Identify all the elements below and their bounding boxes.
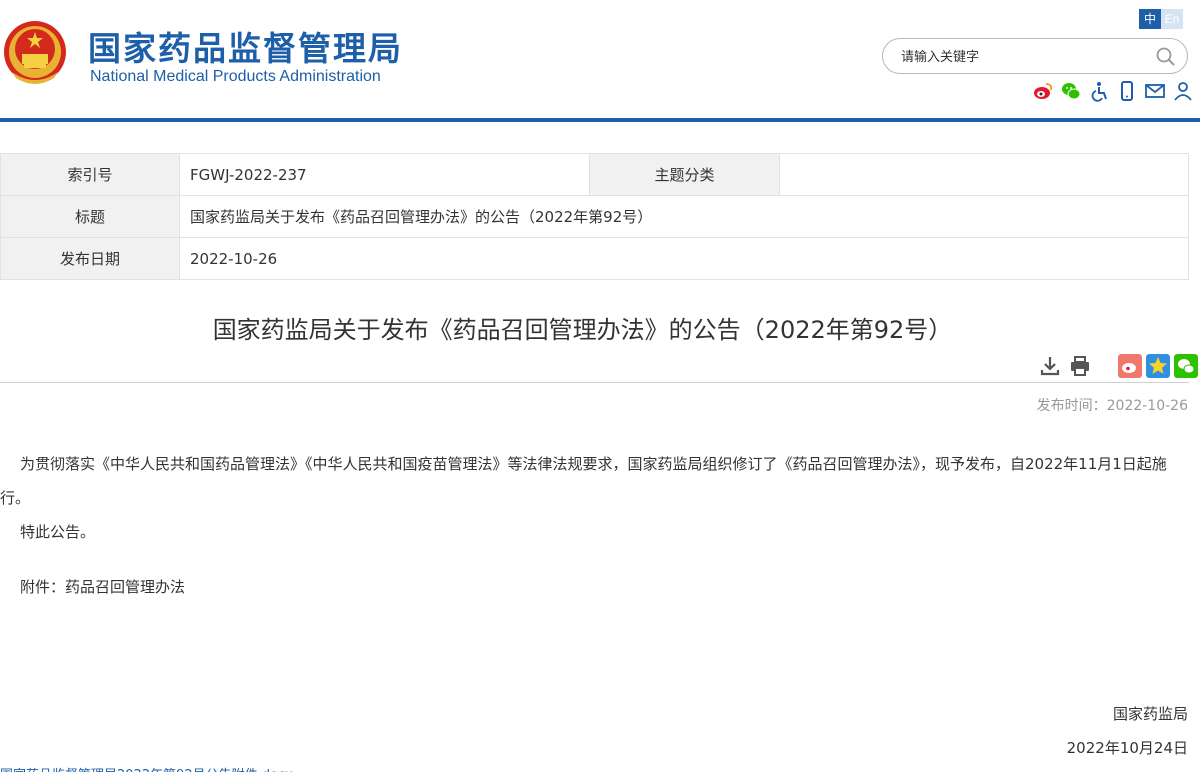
article-title: 国家药监局关于发布《药品召回管理办法》的公告（2022年第92号）	[212, 316, 953, 344]
site-header: 国家药品监督管理局 National Medical Products Admi…	[0, 0, 1200, 118]
accessibility-icon[interactable]	[1088, 80, 1110, 102]
print-icon[interactable]	[1068, 354, 1092, 378]
lang-english-button[interactable]: En	[1161, 9, 1183, 29]
title-divider	[0, 382, 1189, 383]
attachment-label: 附件：药品召回管理办法	[20, 578, 186, 596]
article-paragraph: 为贯彻落实《中华人民共和国药品管理法》《中华人民共和国疫苗管理法》等法律法规要求…	[0, 455, 1167, 507]
title-value: 国家药监局关于发布《药品召回管理办法》的公告（2022年第92号）	[179, 195, 1189, 238]
topic-category-label: 主题分类	[589, 153, 780, 196]
share-weibo-icon[interactable]	[1118, 354, 1142, 378]
search-input[interactable]	[901, 46, 1141, 68]
mobile-icon[interactable]	[1116, 80, 1138, 102]
site-title-cn[interactable]: 国家药品监督管理局	[88, 22, 403, 70]
publish-date-value: 2022-10-26	[179, 237, 1189, 280]
national-emblem-icon	[4, 21, 66, 84]
index-number-value: FGWJ-2022-237	[179, 153, 590, 196]
share-qzone-icon[interactable]	[1146, 354, 1170, 378]
document-meta-table: 索引号 FGWJ-2022-237 主题分类 标题 国家药监局关于发布《药品召回…	[0, 153, 1189, 280]
weibo-icon[interactable]	[1032, 80, 1054, 102]
topic-category-value	[779, 153, 1189, 196]
share-wechat-icon[interactable]	[1174, 354, 1198, 378]
social-links	[1032, 80, 1194, 102]
index-number-label: 索引号	[0, 153, 180, 196]
publish-time: 发布时间：2022-10-26	[1036, 398, 1188, 414]
download-icon[interactable]	[1038, 354, 1062, 378]
search-icon[interactable]	[1155, 46, 1177, 68]
meta-row: 发布日期 2022-10-26	[0, 237, 1189, 280]
user-icon[interactable]	[1172, 80, 1194, 102]
publish-date-label: 发布日期	[0, 237, 180, 280]
lang-chinese-button[interactable]: 中	[1139, 9, 1161, 29]
meta-row: 索引号 FGWJ-2022-237 主题分类	[0, 153, 1189, 196]
title-label: 标题	[0, 195, 180, 238]
search-box	[882, 38, 1188, 74]
wechat-icon[interactable]	[1060, 80, 1082, 102]
article-paragraph: 特此公告。	[20, 523, 96, 541]
attachment-download-link[interactable]: 国家药品监督管理局2022年第92号公告附件.docx	[0, 764, 293, 772]
article-body: 为贯彻落实《中华人民共和国药品管理法》《中华人民共和国疫苗管理法》等法律法规要求…	[0, 447, 1189, 549]
signing-organization: 国家药监局	[1112, 705, 1188, 723]
signing-date: 2022年10月24日	[1066, 739, 1188, 757]
mail-icon[interactable]	[1144, 80, 1166, 102]
meta-row: 标题 国家药监局关于发布《药品召回管理办法》的公告（2022年第92号）	[0, 195, 1189, 238]
site-title-en[interactable]: National Medical Products Administration	[90, 68, 381, 86]
article-tools	[1038, 354, 1198, 378]
header-divider	[0, 118, 1200, 122]
